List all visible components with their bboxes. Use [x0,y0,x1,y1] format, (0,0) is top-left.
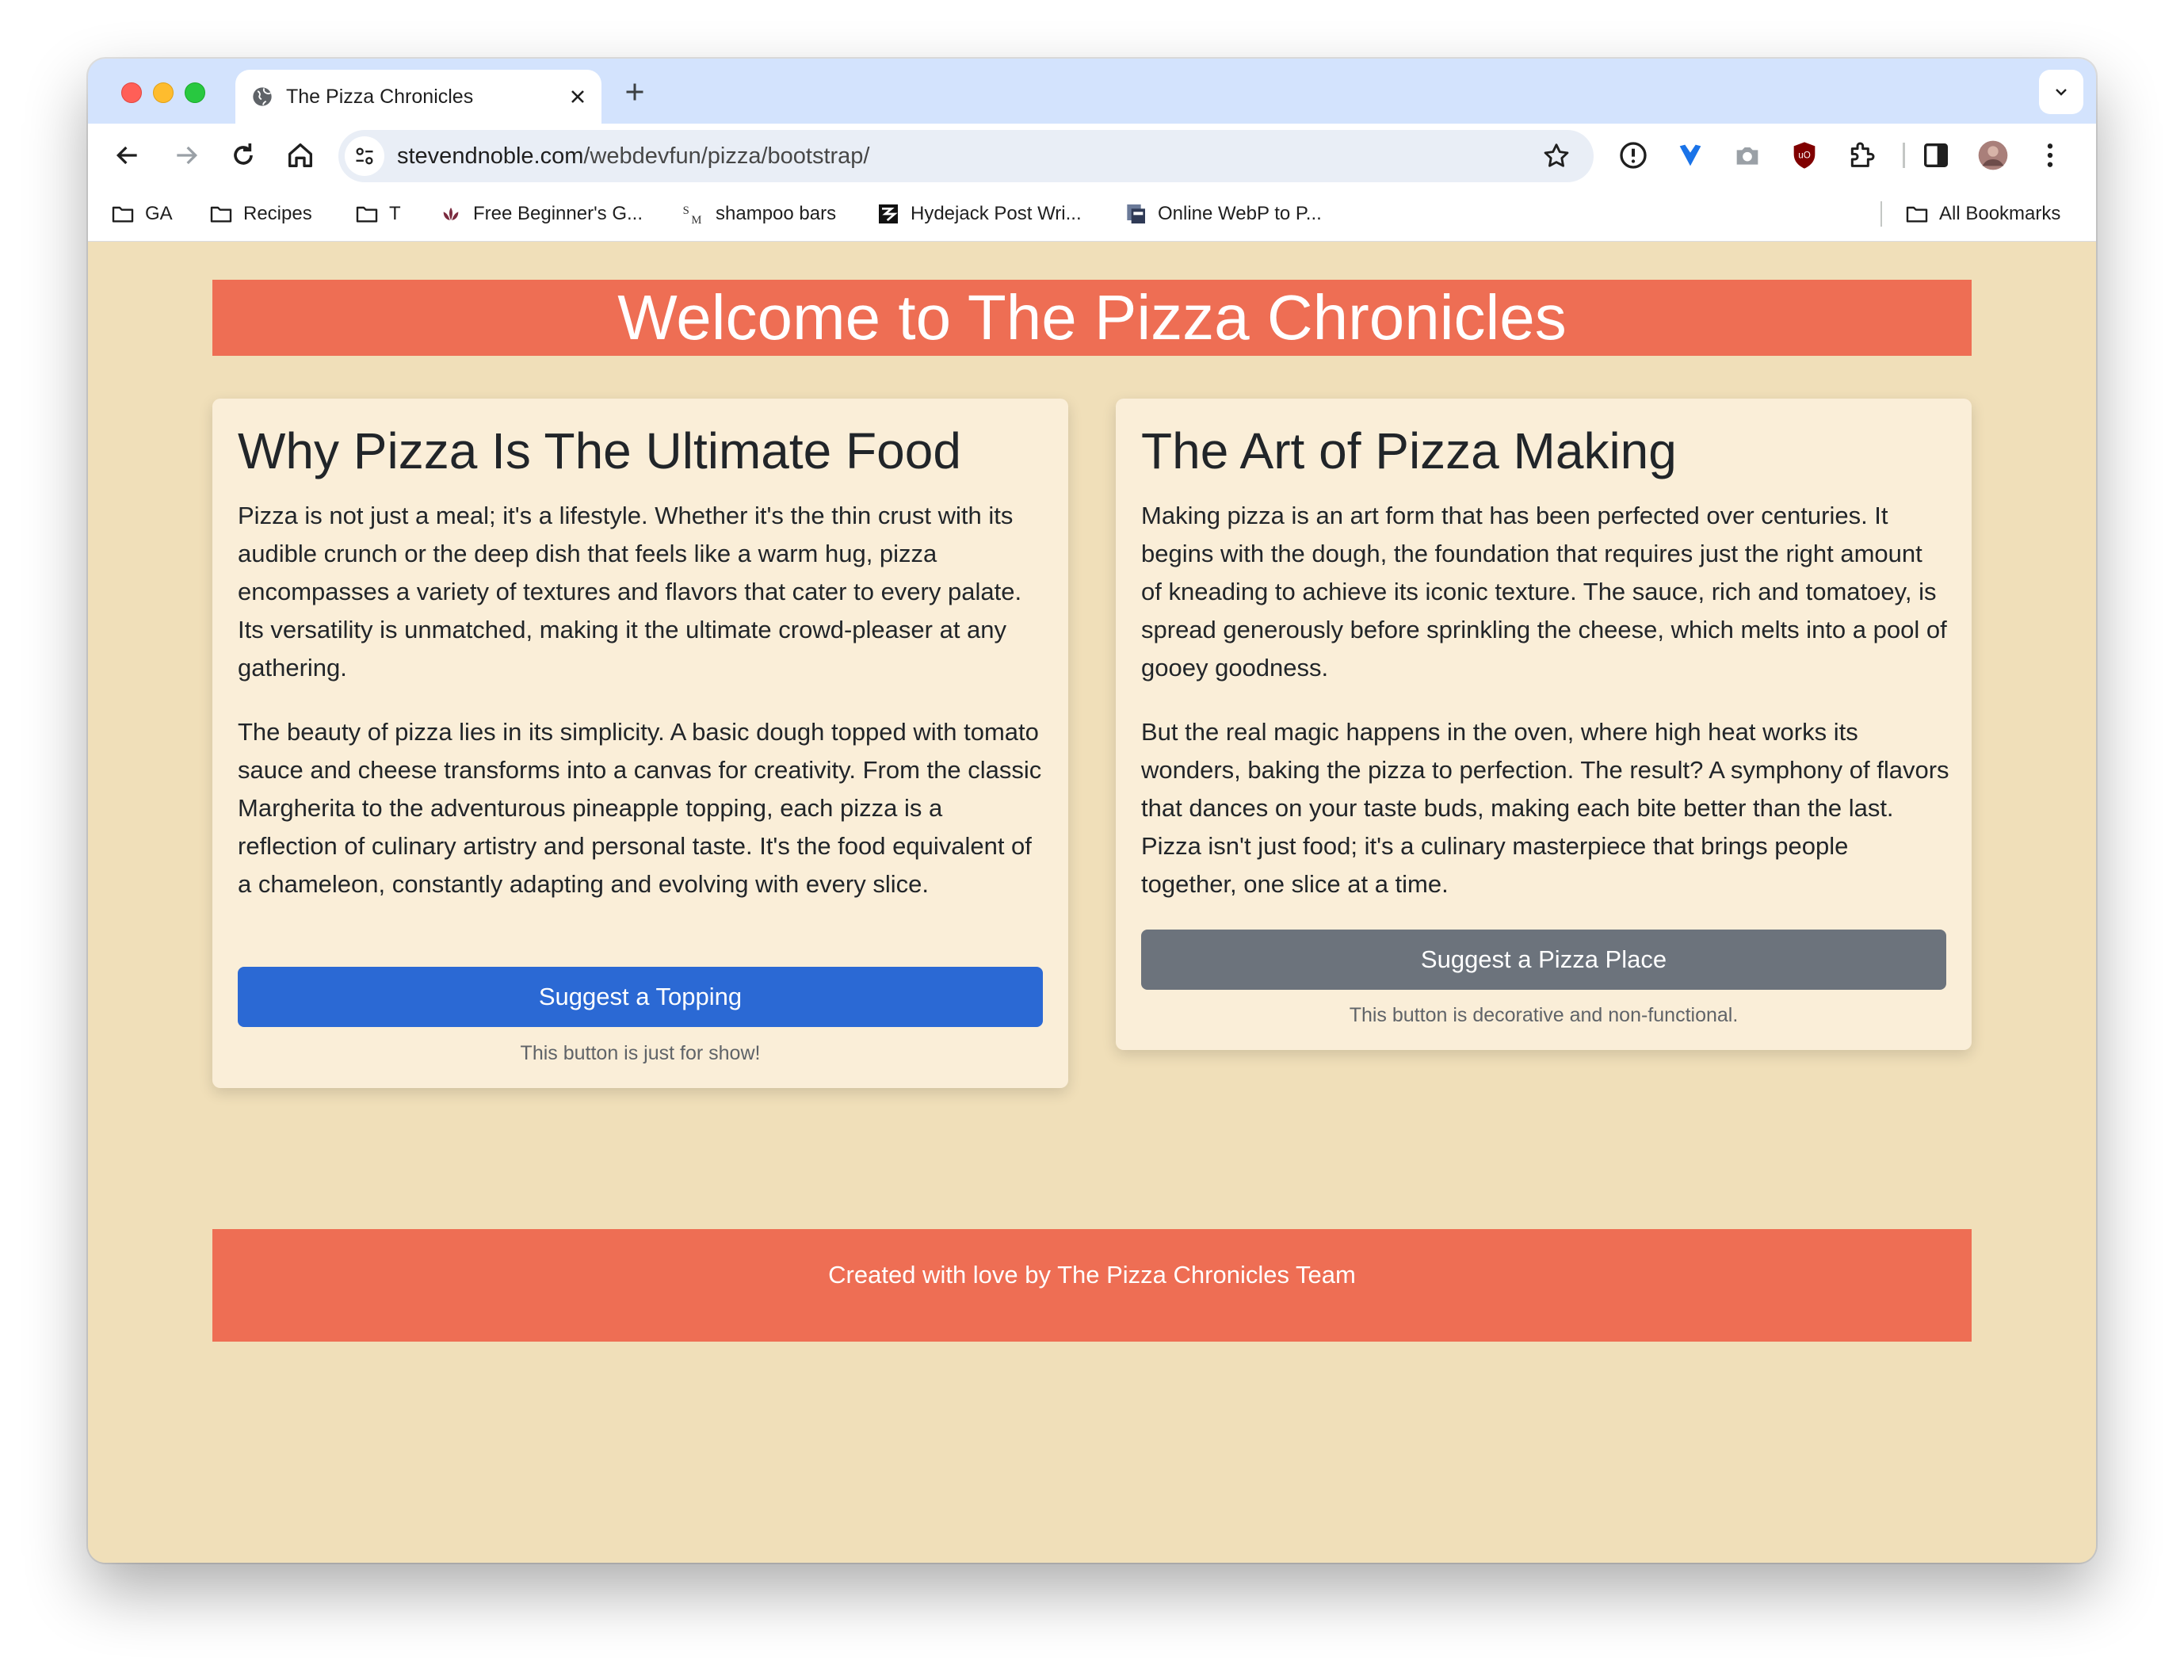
svg-text:S: S [683,204,689,217]
toolbar-divider [1903,143,1905,168]
url-text: stevendnoble.com/webdevfun/pizza/bootstr… [397,143,870,170]
bookmark-free-beginners-guide[interactable]: Free Beginner's G... [438,200,643,228]
card-ultimate-food: Why Pizza Is The Ultimate Food Pizza is … [212,399,1068,1088]
hydejack-icon [876,201,901,227]
all-bookmarks-button[interactable]: All Bookmarks [1904,200,2060,228]
card-paragraph: The beauty of pizza lies in its simplici… [238,718,1042,898]
svg-text:M: M [691,214,701,227]
password-manager-icon[interactable] [1617,139,1649,171]
folder-icon [208,201,234,227]
tab-active[interactable]: The Pizza Chronicles [235,70,601,124]
tab-search-button[interactable] [2039,70,2083,114]
address-bar[interactable]: stevendnoble.com/webdevfun/pizza/bootstr… [338,130,1594,182]
globe-icon [251,86,273,108]
site-info-icon[interactable] [345,136,384,176]
bookmark-webp-converter[interactable]: Online WebP to P... [1123,200,1322,228]
card-paragraph: But the real magic happens in the oven, … [1141,718,1949,898]
url-host: stevendnoble.com [397,143,584,169]
close-window-button[interactable] [121,82,142,103]
card-art-of-pizza: The Art of Pizza Making Making pizza is … [1116,399,1972,1050]
bookmark-label: Free Beginner's G... [473,203,643,224]
bookmark-label: GA [145,203,173,224]
suggest-pizza-place-button[interactable]: Suggest a Pizza Place [1141,930,1946,990]
folder-icon [1904,201,1930,227]
page-content: Welcome to The Pizza Chronicles Why Pizz… [88,242,2096,1563]
card-heading: Why Pizza Is The Ultimate Food [238,422,961,479]
page-footer: Created with love by The Pizza Chronicle… [212,1229,1972,1342]
back-arrow-icon[interactable] [112,139,143,171]
camera-icon[interactable] [1732,139,1763,171]
bookmark-t[interactable]: T [354,200,401,228]
lotus-icon [438,201,464,227]
forward-arrow-icon[interactable] [170,139,202,171]
reload-icon[interactable] [227,139,259,171]
folder-icon [110,201,136,227]
bookmark-label: Recipes [243,203,312,224]
bookmark-label: T [389,203,401,224]
card-paragraph: Pizza is not just a meal; it's a lifesty… [238,502,1022,682]
card-heading: The Art of Pizza Making [1141,422,1677,479]
bookmark-star-icon[interactable] [1541,141,1571,175]
bookmark-shampoo-bars[interactable]: SM shampoo bars [681,200,836,228]
profile-avatar[interactable] [1977,139,2009,171]
bookmark-label: shampoo bars [716,203,837,224]
new-tab-icon[interactable] [620,78,649,106]
url-path: /webdevfun/pizza/bootstrap/ [583,143,870,169]
page-title: Welcome to The Pizza Chronicles [212,280,1972,356]
card-paragraph: Making pizza is an art form that has bee… [1141,502,1947,682]
ublock-shield-icon[interactable]: uO [1789,139,1820,171]
all-bookmarks-label: All Bookmarks [1939,203,2061,224]
extensions-puzzle-icon[interactable] [1846,139,1877,171]
converter-icon [1123,201,1148,227]
more-menu-icon[interactable] [2034,139,2066,171]
sm-logo-icon: SM [681,201,706,227]
browser-window: The Pizza Chronicles stevendnoble.com/we… [88,59,2096,1563]
folder-icon [354,201,380,227]
bookmarks-bar: GA Recipes T Free Beginner's G... SM sha… [88,187,2096,242]
gem-extension-icon[interactable] [1674,139,1706,171]
bookmarks-divider [1880,201,1882,227]
chevron-down-icon [2056,89,2067,96]
tab-title: The Pizza Chronicles [286,86,474,108]
footer-text: Created with love by The Pizza Chronicle… [828,1261,1356,1289]
minimize-window-button[interactable] [153,82,174,103]
side-panel-icon[interactable] [1920,139,1952,171]
svg-text:uO: uO [1798,150,1811,160]
tab-strip: The Pizza Chronicles [88,59,2096,124]
button-note: This button is decorative and non-functi… [1349,1004,1739,1026]
bookmark-hydejack[interactable]: Hydejack Post Wri... [876,200,1082,228]
bookmark-label: Online WebP to P... [1158,203,1322,224]
bookmark-ga[interactable]: GA [110,200,173,228]
suggest-topping-button[interactable]: Suggest a Topping [238,967,1043,1027]
toolbar: stevendnoble.com/webdevfun/pizza/bootstr… [88,124,2096,187]
bookmark-recipes[interactable]: Recipes [208,200,312,228]
home-icon[interactable] [284,139,316,171]
button-note: This button is just for show! [520,1042,761,1064]
bookmark-label: Hydejack Post Wri... [911,203,1082,224]
close-tab-icon[interactable] [567,86,589,108]
maximize-window-button[interactable] [185,82,205,103]
